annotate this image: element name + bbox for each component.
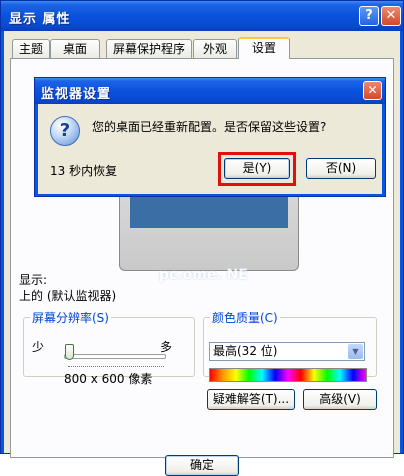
- advanced-button[interactable]: 高级(V): [303, 389, 377, 410]
- tab-settings[interactable]: 设置: [238, 37, 290, 59]
- dialog-close-button[interactable]: ✕: [363, 81, 382, 100]
- resolution-slider-thumb[interactable]: [65, 344, 74, 360]
- tab-screensaver[interactable]: 屏幕保护程序: [106, 39, 192, 58]
- resolution-legend: 屏幕分辨率(S): [32, 311, 109, 325]
- display-value: 上的 (默认监视器): [19, 289, 117, 303]
- color-quality-select[interactable]: 最高(32 位) ▼: [209, 342, 365, 361]
- window-title: 显示 属性: [9, 12, 71, 27]
- tab-appearance[interactable]: 外观: [193, 39, 237, 58]
- no-button[interactable]: 否(N): [306, 158, 376, 179]
- title-bar[interactable]: 显示 属性 ? ✕: [1, 1, 403, 31]
- resolution-slider-track[interactable]: [64, 354, 166, 359]
- help-button[interactable]: ?: [359, 6, 379, 26]
- watermark-text: pc.ome. NE: [159, 267, 248, 283]
- resolution-group: 屏幕分辨率(S) 少 多 800 x 600 像素: [23, 309, 195, 386]
- tab-desktop[interactable]: 桌面: [50, 39, 100, 58]
- tab-themes[interactable]: 主题: [12, 39, 50, 58]
- dialog-title: 监视器设置: [41, 87, 112, 102]
- resolution-more-label: 多: [160, 340, 173, 354]
- ok-button[interactable]: 确定: [165, 455, 239, 476]
- color-quality-group: 颜色质量(C) 最高(32 位) ▼: [203, 309, 377, 382]
- display-label: 显示:: [19, 273, 48, 287]
- troubleshoot-button[interactable]: 疑难解答(T)...: [207, 389, 295, 410]
- color-spectrum-bar: [209, 368, 367, 382]
- dialog-message: 您的桌面已经重新配置。是否保留这些设置?: [92, 120, 327, 134]
- dialog-client-area: ? 您的桌面已经重新配置。是否保留这些设置? 13 秒内恢复 是(Y) 否(N): [38, 104, 382, 194]
- question-icon: ?: [50, 116, 80, 146]
- display-properties-window: 显示 属性 ? ✕ 主题 桌面 屏幕保护程序 外观 设置 pc.ome. NE …: [0, 0, 404, 476]
- close-button[interactable]: ✕: [381, 6, 401, 26]
- monitor-settings-dialog: 监视器设置 ✕ ? 您的桌面已经重新配置。是否保留这些设置? 13 秒内恢复 是…: [34, 77, 386, 197]
- slider-ticks: [68, 366, 164, 368]
- dialog-title-bar[interactable]: 监视器设置 ✕: [35, 78, 385, 104]
- color-quality-value: 最高(32 位): [213, 344, 278, 358]
- chevron-down-icon[interactable]: ▼: [348, 344, 363, 359]
- resolution-less-label: 少: [32, 340, 45, 354]
- resolution-value: 800 x 600 像素: [64, 372, 153, 386]
- countdown-text: 13 秒内恢复: [50, 164, 118, 178]
- yes-button[interactable]: 是(Y): [224, 158, 290, 179]
- color-quality-legend: 颜色质量(C): [212, 311, 278, 325]
